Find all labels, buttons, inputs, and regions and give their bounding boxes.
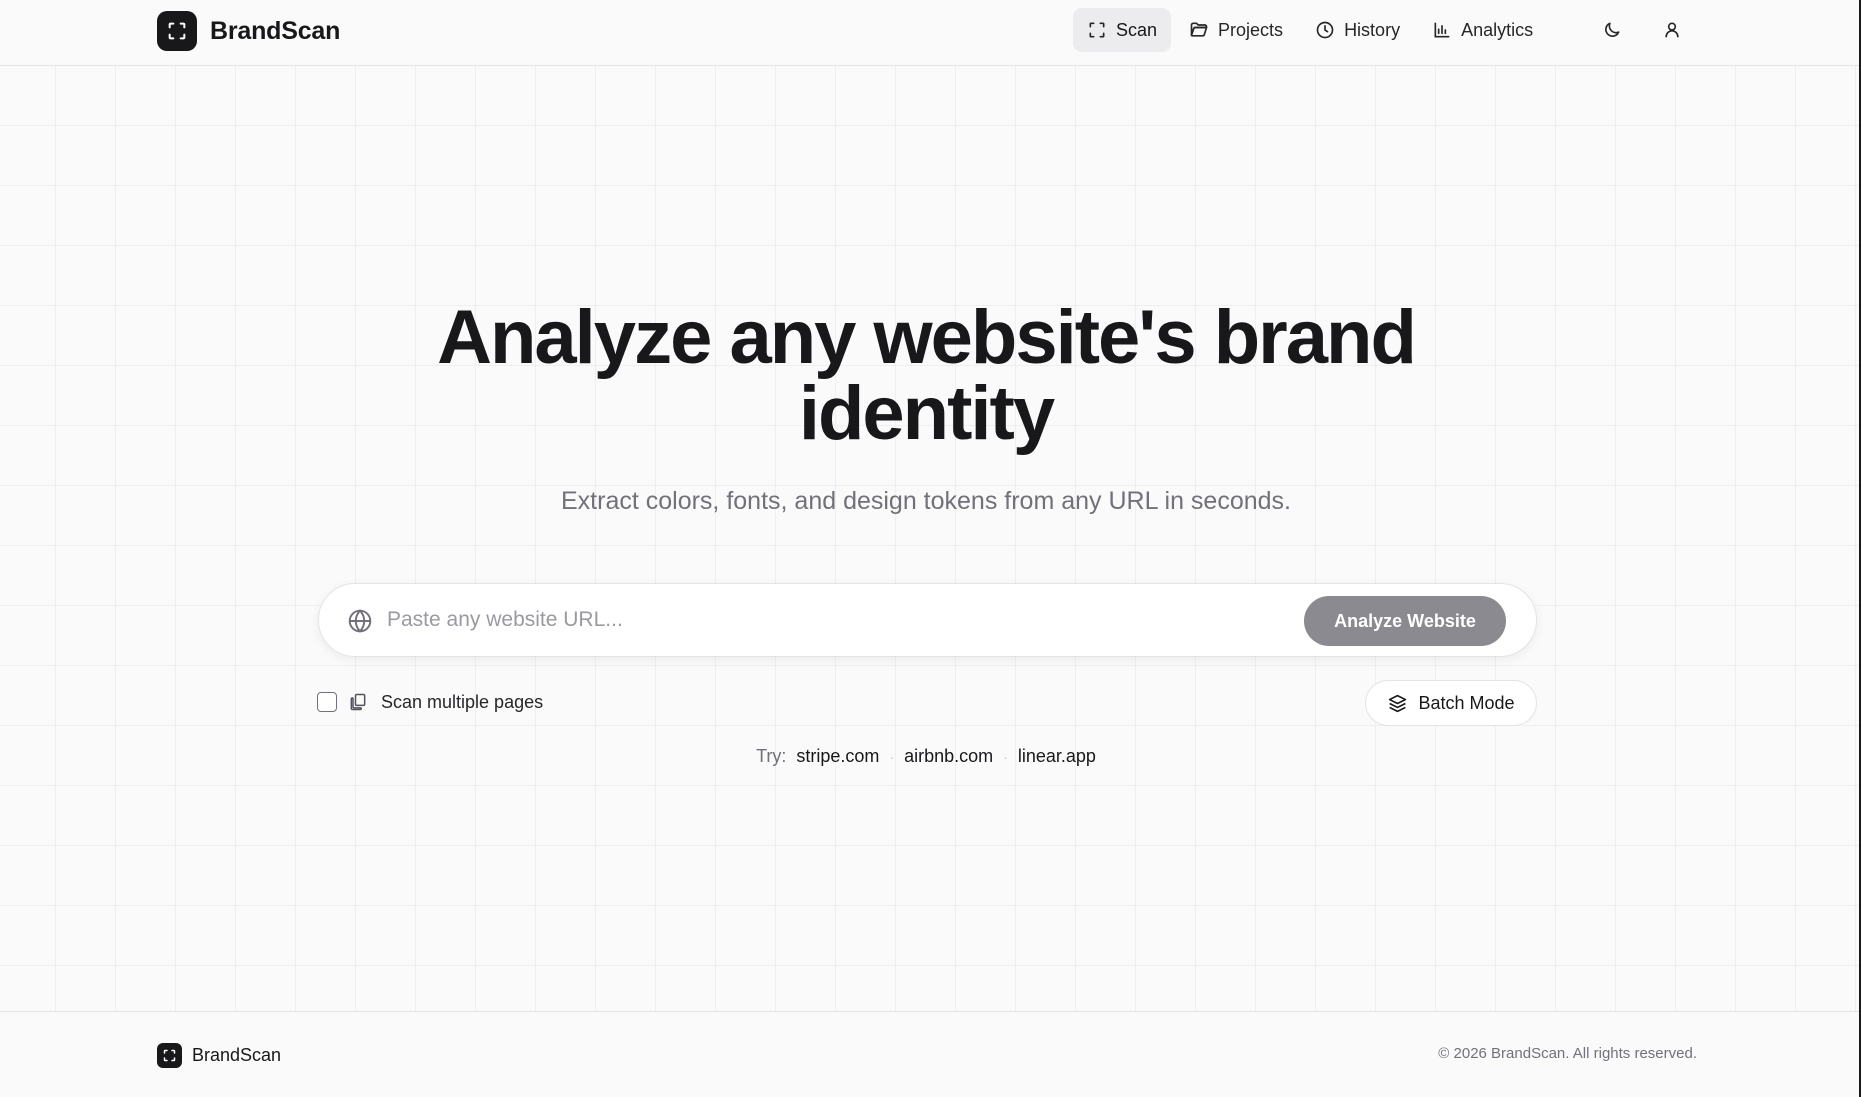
- hero-title: Analyze any website's brand identity: [330, 300, 1522, 452]
- moon-icon: [1605, 22, 1620, 37]
- scan-icon: [1089, 22, 1105, 38]
- layers-icon: [1389, 694, 1407, 712]
- analyze-website-button[interactable]: Analyze Website: [1304, 596, 1506, 646]
- url-search-bar: Analyze Website: [318, 583, 1537, 657]
- top-nav-bar: BrandScan Scan Projects History Analytic…: [0, 0, 1859, 66]
- copy-pages-icon: [350, 693, 366, 711]
- account-button[interactable]: [1652, 10, 1692, 50]
- footer: BrandScan © 2026 BrandScan. All rights r…: [0, 1011, 1859, 1097]
- batch-mode-button[interactable]: Batch Mode: [1365, 680, 1537, 726]
- example-link-stripe[interactable]: stripe.com: [796, 746, 879, 767]
- theme-toggle-button[interactable]: [1592, 10, 1632, 50]
- hero-subtitle: Extract colors, fonts, and design tokens…: [561, 487, 1291, 515]
- nav-label-history: History: [1344, 19, 1401, 40]
- nav-item-analytics[interactable]: Analytics: [1418, 8, 1547, 52]
- footer-brand[interactable]: BrandScan: [157, 1042, 281, 1068]
- hero-title-line-1: Analyze any website's brand: [437, 295, 1417, 380]
- nav-item-scan[interactable]: Scan: [1073, 8, 1172, 52]
- copyright-text: © 2026 BrandScan. All rights reserved.: [1438, 1045, 1697, 1062]
- user-icon: [1665, 22, 1679, 38]
- footer-logo-icon: [157, 1042, 182, 1068]
- batch-mode-label: Batch Mode: [1418, 692, 1515, 713]
- separator-dot: ·: [1003, 748, 1008, 765]
- brand-home-link[interactable]: BrandScan: [157, 11, 340, 51]
- brand-name: BrandScan: [210, 16, 341, 45]
- globe-icon: [348, 609, 372, 633]
- folder-icon: [1190, 22, 1208, 37]
- bar-chart-icon: [1434, 22, 1450, 38]
- nav-label-projects: Projects: [1218, 19, 1284, 40]
- try-examples: Try: stripe.com · airbnb.com · linear.ap…: [0, 746, 1852, 767]
- url-input[interactable]: [387, 598, 1287, 642]
- brand-logo-icon: [157, 11, 197, 51]
- nav-item-projects[interactable]: Projects: [1175, 8, 1297, 52]
- example-link-linear[interactable]: linear.app: [1018, 746, 1096, 767]
- nav-item-history[interactable]: History: [1301, 8, 1414, 52]
- hero-title-line-2: identity: [798, 371, 1055, 456]
- footer-brand-name: BrandScan: [192, 1044, 282, 1065]
- clock-icon: [1316, 21, 1334, 39]
- scan-multiple-pages-option[interactable]: Scan multiple pages: [317, 690, 543, 714]
- example-link-airbnb[interactable]: airbnb.com: [904, 746, 993, 767]
- scan-multiple-pages-label: Scan multiple pages: [381, 691, 544, 712]
- nav-label-scan: Scan: [1116, 19, 1158, 40]
- nav-label-analytics: Analytics: [1461, 19, 1534, 40]
- grid-background: [0, 65, 1861, 1011]
- page: BrandScan Scan Projects History Analytic…: [0, 0, 1861, 1097]
- try-label: Try:: [756, 746, 787, 766]
- separator-dot: ·: [889, 748, 895, 765]
- main-nav: Scan Projects History Analytics: [1073, 8, 1547, 52]
- scan-multiple-pages-checkbox[interactable]: [317, 692, 337, 712]
